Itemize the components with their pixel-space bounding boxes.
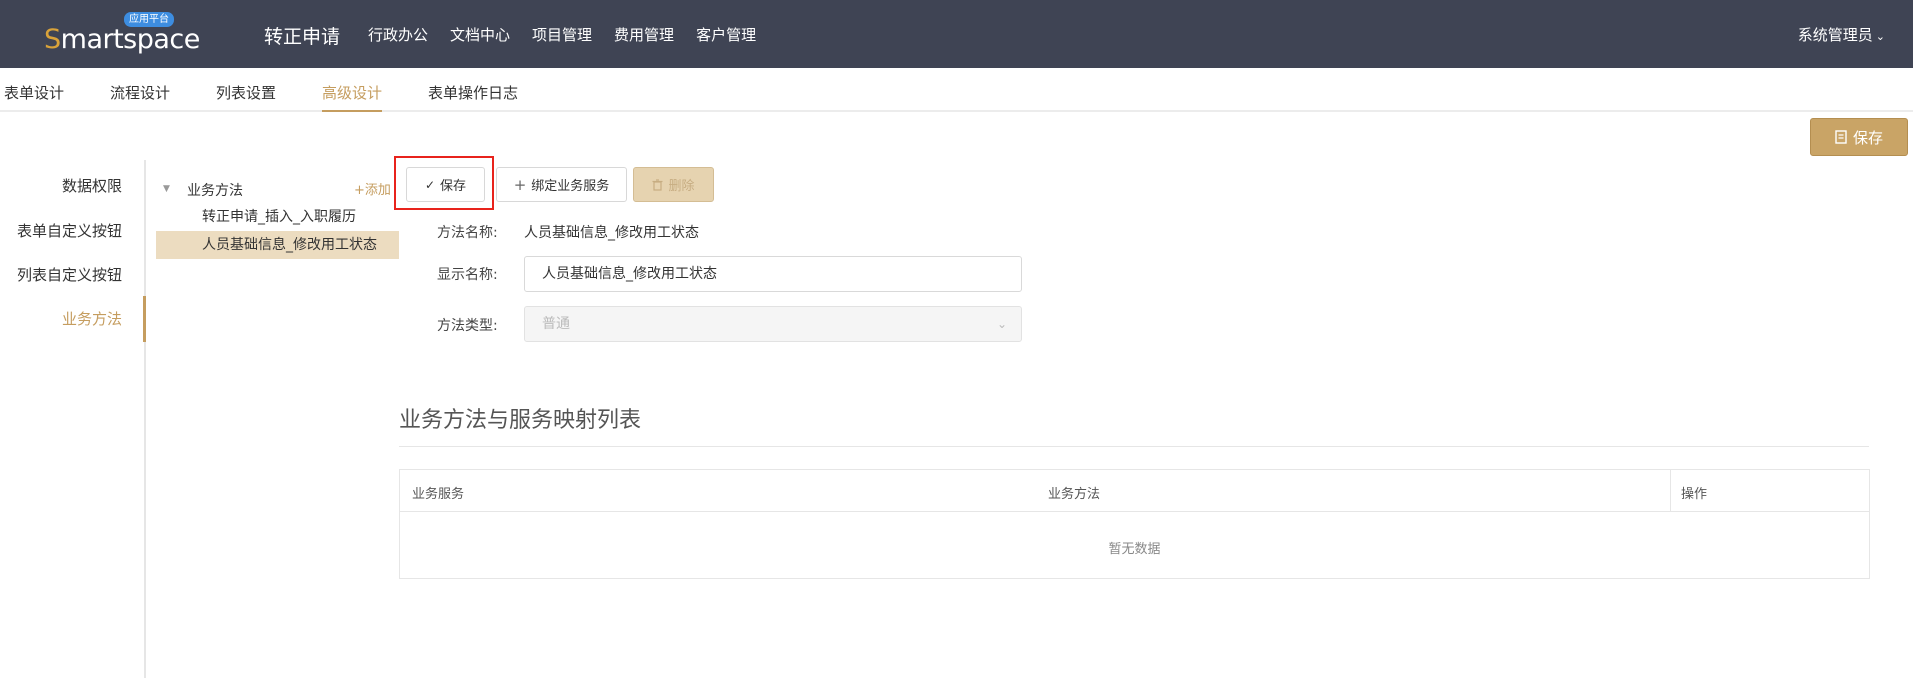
save-button[interactable]: 保存 bbox=[1810, 118, 1908, 156]
delete-button[interactable]: 删除 bbox=[633, 167, 714, 202]
column-business-service: 业务服务 bbox=[412, 487, 465, 502]
display-name-label: 显示名称: bbox=[437, 267, 498, 283]
tree-item[interactable]: 转正申请_插入_入职履历 bbox=[156, 203, 399, 231]
column-operation: 操作 bbox=[1681, 487, 1708, 502]
top-nav: 行政办公 文档中心 项目管理 费用管理 客户管理 bbox=[368, 24, 756, 45]
menu-item-form-custom-buttons[interactable]: 表单自定义按钮 bbox=[17, 220, 122, 241]
logo-badge: 应用平台 bbox=[124, 12, 174, 27]
tab-form-design[interactable]: 表单设计 bbox=[4, 82, 64, 112]
tree-item-selected[interactable]: 人员基础信息_修改用工状态 bbox=[156, 231, 399, 259]
method-name-label: 方法名称: bbox=[437, 225, 498, 241]
menu-item-business-methods[interactable]: 业务方法 bbox=[62, 308, 122, 329]
design-tabs: 表单设计 流程设计 列表设置 高级设计 表单操作日志 bbox=[0, 68, 1913, 112]
chevron-down-icon: ⌄ bbox=[1875, 30, 1885, 43]
method-type-label: 方法类型: bbox=[437, 318, 498, 334]
method-name-value: 人员基础信息_修改用工状态 bbox=[524, 225, 699, 241]
column-divider bbox=[1670, 470, 1671, 512]
method-type-select[interactable]: 普通 ⌄ bbox=[524, 306, 1022, 342]
tab-list-settings[interactable]: 列表设置 bbox=[216, 82, 276, 112]
user-menu[interactable]: 系统管理员 ⌄ bbox=[1798, 24, 1885, 45]
nav-item-admin-office[interactable]: 行政办公 bbox=[368, 24, 428, 45]
mapping-table: 业务服务 业务方法 操作 暂无数据 bbox=[399, 469, 1870, 579]
advanced-left-menu: 数据权限 表单自定义按钮 列表自定义按钮 业务方法 bbox=[0, 160, 146, 678]
menu-item-list-custom-buttons[interactable]: 列表自定义按钮 bbox=[17, 264, 122, 285]
nav-item-expense-management[interactable]: 费用管理 bbox=[614, 24, 674, 45]
top-navbar: Smartspace 应用平台 转正申请 行政办公 文档中心 项目管理 费用管理… bbox=[0, 0, 1913, 68]
document-icon bbox=[1835, 130, 1847, 144]
tab-form-operation-log[interactable]: 表单操作日志 bbox=[428, 82, 518, 112]
smartspace-logo[interactable]: Smartspace 应用平台 bbox=[44, 12, 200, 56]
table-header: 业务服务 业务方法 操作 bbox=[400, 470, 1869, 512]
check-icon: ✓ bbox=[424, 177, 436, 192]
trash-icon bbox=[652, 178, 663, 191]
method-save-button[interactable]: ✓ 保存 bbox=[406, 167, 485, 202]
app-title: 转正申请 bbox=[264, 26, 341, 48]
active-indicator bbox=[143, 296, 146, 342]
caret-down-icon[interactable]: ▼ bbox=[163, 184, 170, 194]
nav-item-customer-management[interactable]: 客户管理 bbox=[696, 24, 756, 45]
nav-item-document-center[interactable]: 文档中心 bbox=[450, 24, 510, 45]
section-title: 业务方法与服务映射列表 bbox=[399, 408, 642, 433]
empty-state: 暂无数据 bbox=[1108, 542, 1161, 557]
nav-item-project-management[interactable]: 项目管理 bbox=[532, 24, 592, 45]
section-divider bbox=[399, 446, 1869, 447]
bind-service-button[interactable]: + 绑定业务服务 bbox=[496, 167, 627, 202]
chevron-down-icon: ⌄ bbox=[996, 317, 1007, 331]
plus-icon: + bbox=[513, 175, 527, 194]
column-business-method: 业务方法 bbox=[1048, 487, 1101, 502]
tab-advanced-design[interactable]: 高级设计 bbox=[322, 82, 383, 112]
add-method-link[interactable]: +添加 bbox=[354, 179, 391, 198]
user-name: 系统管理员 bbox=[1797, 26, 1873, 44]
tree-root-business-methods[interactable]: 业务方法 bbox=[187, 180, 243, 200]
display-name-input[interactable]: 人员基础信息_修改用工状态 bbox=[524, 256, 1022, 292]
tab-flow-design[interactable]: 流程设计 bbox=[110, 82, 170, 112]
menu-item-data-permission[interactable]: 数据权限 bbox=[62, 175, 122, 196]
